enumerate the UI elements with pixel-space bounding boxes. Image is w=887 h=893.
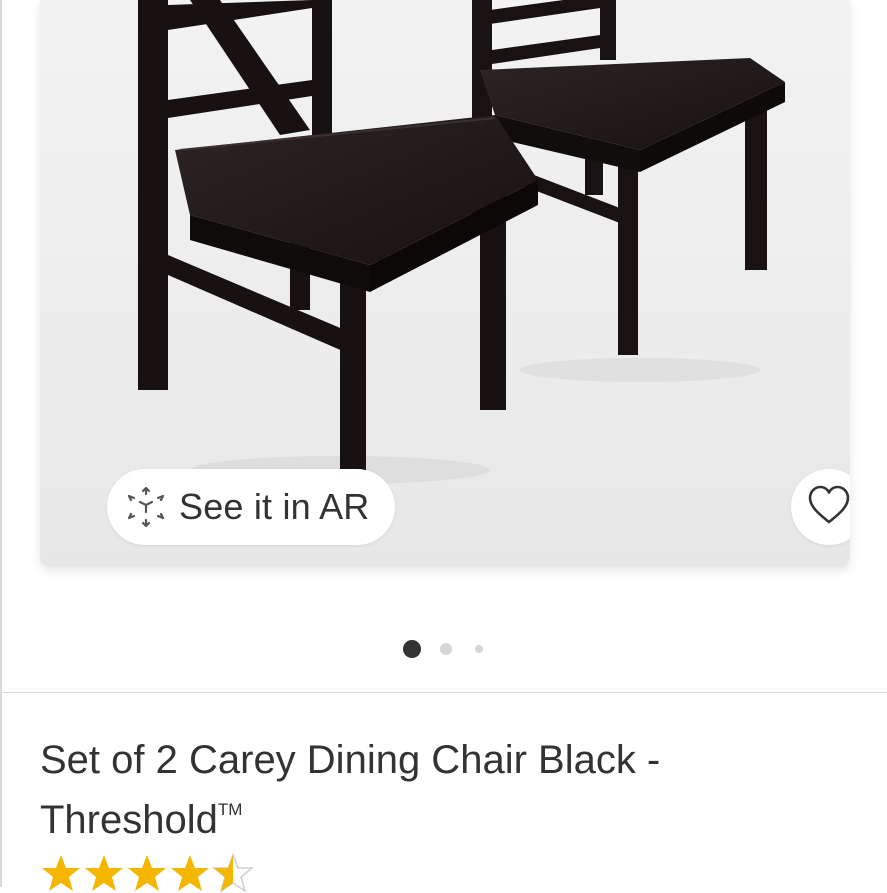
star-icon <box>171 855 209 891</box>
viewport-edge <box>0 0 2 887</box>
trademark-symbol: TM <box>217 800 243 819</box>
image-carousel-indicator <box>0 640 887 660</box>
carousel-dot-active[interactable] <box>403 640 421 658</box>
star-icon <box>85 855 123 891</box>
ar-cube-icon <box>123 484 169 530</box>
star-icon <box>42 855 80 891</box>
see-in-ar-button[interactable]: See it in AR <box>107 469 395 545</box>
carousel-dot[interactable] <box>475 645 483 653</box>
see-in-ar-label: See it in AR <box>179 486 370 527</box>
section-divider <box>0 692 887 693</box>
product-title-text: Set of 2 Carey Dining Chair Black - Thre… <box>40 738 661 842</box>
product-image-card[interactable]: See it in AR <box>40 0 850 567</box>
carousel-dot[interactable] <box>440 643 452 655</box>
heart-outline-icon <box>805 481 850 534</box>
star-rating[interactable] <box>40 853 255 893</box>
star-icon <box>128 855 166 891</box>
star-half-icon <box>212 853 254 893</box>
product-title: Set of 2 Carey Dining Chair Black - Thre… <box>40 736 840 845</box>
